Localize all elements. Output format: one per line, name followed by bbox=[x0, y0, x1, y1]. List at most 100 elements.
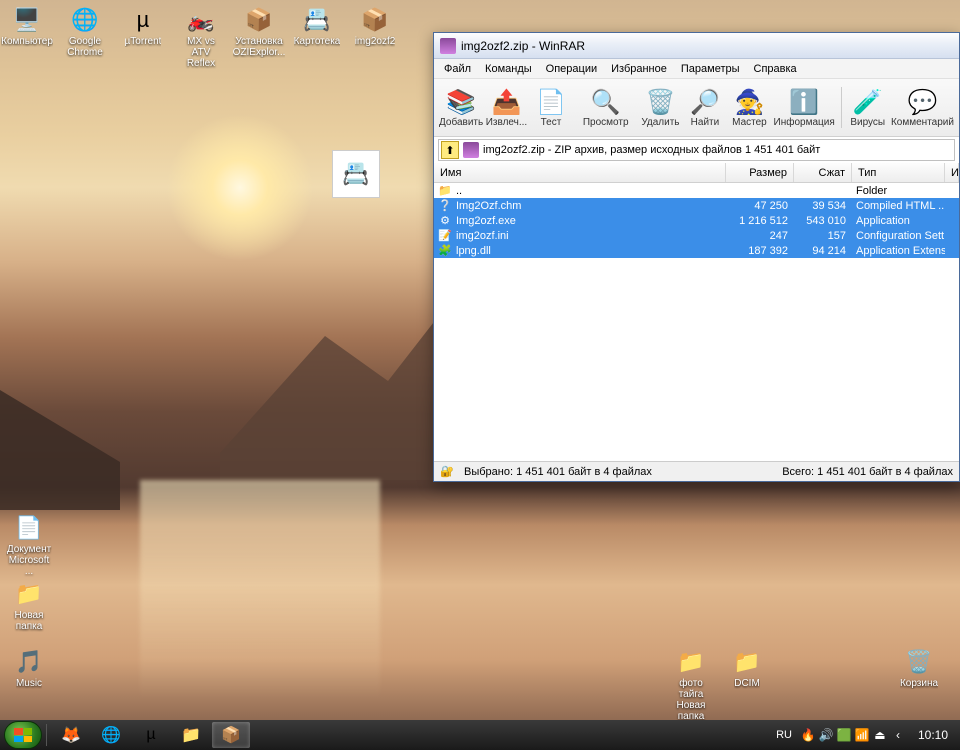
Извлеч...-icon: 📤 bbox=[492, 87, 522, 117]
toolbar-label: Добавить bbox=[439, 117, 483, 128]
address-bar[interactable]: ⬆ img2ozf2.zip - ZIP архив, размер исход… bbox=[438, 139, 955, 161]
toolbar-button-Комментарий[interactable]: 💬 Комментарий bbox=[890, 81, 955, 134]
desktop-icon[interactable]: 📦 Установка OZIExplor... bbox=[234, 2, 284, 71]
tray-chevron-icon[interactable]: ‹ bbox=[890, 727, 906, 743]
Тест-icon: 📄 bbox=[536, 87, 566, 117]
desktop-icon[interactable]: 📁 DCIM bbox=[722, 644, 772, 691]
icon-label: MX vs ATV Reflex bbox=[178, 36, 224, 69]
icon-label: Корзина bbox=[900, 678, 938, 689]
tray-manager-icon[interactable]: 🟩 bbox=[836, 727, 852, 743]
up-folder-icon[interactable]: ⬆ bbox=[441, 141, 459, 159]
desktop-icon[interactable]: 🎵 Music bbox=[4, 644, 54, 691]
col-modified[interactable]: И bbox=[945, 163, 959, 182]
toolbar-label: Комментарий bbox=[891, 117, 954, 128]
taskbar-app-utorrent[interactable]: µ bbox=[132, 722, 170, 748]
file-row[interactable]: 🧩 lpng.dll 187 392 94 214 Application Ex… bbox=[434, 243, 959, 258]
menu-item[interactable]: Избранное bbox=[611, 63, 667, 75]
desktop-icon[interactable]: 📁 фото тайга Новая папка bbox=[666, 644, 716, 724]
menu-item[interactable]: Файл bbox=[444, 63, 471, 75]
language-indicator[interactable]: RU bbox=[772, 727, 796, 743]
icon-label: Music bbox=[16, 678, 42, 689]
Просмотр-icon: 🔍 bbox=[591, 87, 621, 117]
toolbar-button-Информация[interactable]: ℹ️ Информация bbox=[772, 81, 837, 134]
app-icon: 📇 bbox=[301, 4, 333, 36]
desktop-icon[interactable]: 📄 Документ Microsoft ... bbox=[4, 510, 54, 579]
system-tray: RU 🔥🔊🟩📶⏏‹ 10:10 bbox=[772, 727, 956, 743]
desktop-icon[interactable]: µ µTorrent bbox=[118, 2, 168, 71]
desktop-icon[interactable]: 📦 img2ozf2 bbox=[350, 2, 400, 71]
toolbar-label: Мастер bbox=[732, 117, 767, 128]
clock[interactable]: 10:10 bbox=[910, 728, 956, 742]
status-selected: Выбрано: 1 451 401 байт в 4 файлах bbox=[464, 466, 652, 478]
file-size: 1 216 512 bbox=[726, 215, 794, 227]
app-icon: 🏍️ bbox=[185, 4, 217, 36]
taskbar-separator bbox=[46, 724, 47, 746]
file-row[interactable]: 📝 img2ozf.ini 247 157 Configuration Sett… bbox=[434, 228, 959, 243]
menu-item[interactable]: Справка bbox=[754, 63, 797, 75]
start-button[interactable] bbox=[4, 721, 42, 749]
desktop-icon[interactable]: 📁 Новая папка bbox=[4, 576, 54, 634]
toolbar-button-Просмотр[interactable]: 🔍 Просмотр bbox=[573, 81, 638, 134]
tray-flag-icon[interactable]: 🔥 bbox=[800, 727, 816, 743]
windows-logo-icon bbox=[14, 728, 32, 742]
app-icon: 📄 bbox=[13, 512, 45, 544]
file-packed: 543 010 bbox=[794, 215, 852, 227]
app-icon: 🖥️ bbox=[11, 4, 43, 36]
col-type[interactable]: Тип bbox=[852, 163, 945, 182]
file-row[interactable]: 📁 .. Folder bbox=[434, 183, 959, 198]
app-icon: 📁 bbox=[675, 646, 707, 678]
desktop-icon[interactable]: 🌐 Google Chrome bbox=[60, 2, 110, 71]
col-packed[interactable]: Сжат bbox=[794, 163, 852, 182]
file-row[interactable]: ❔ Img2Ozf.chm 47 250 39 534 Compiled HTM… bbox=[434, 198, 959, 213]
utorrent-icon: µ bbox=[146, 726, 155, 744]
file-type-icon: ⚙ bbox=[437, 214, 453, 228]
file-packed: 94 214 bbox=[794, 245, 852, 257]
toolbar-button-Мастер[interactable]: 🧙 Мастер bbox=[727, 81, 772, 134]
col-size[interactable]: Размер bbox=[726, 163, 794, 182]
toolbar-button-Вирусы[interactable]: 🧪 Вирусы bbox=[845, 81, 890, 134]
app-icon: 📦 bbox=[243, 4, 275, 36]
icon-label: Компьютер bbox=[1, 36, 53, 47]
file-row[interactable]: ⚙ Img2ozf.exe 1 216 512 543 010 Applicat… bbox=[434, 213, 959, 228]
desktop-icon[interactable]: 🖥️ Компьютер bbox=[2, 2, 52, 71]
toolbar-label: Информация bbox=[774, 117, 835, 128]
file-list[interactable]: 📁 .. Folder ❔ Img2Ozf.chm 47 250 39 534 … bbox=[434, 183, 959, 461]
titlebar[interactable]: img2ozf2.zip - WinRAR bbox=[434, 33, 959, 59]
menu-item[interactable]: Команды bbox=[485, 63, 532, 75]
file-type: Folder bbox=[852, 185, 945, 197]
desktop-icon[interactable]: 📇 Картотека bbox=[292, 2, 342, 71]
file-packed: 157 bbox=[794, 230, 852, 242]
icon-label: фото тайга Новая папка bbox=[668, 678, 714, 722]
tray-media-icon[interactable]: 🔊 bbox=[818, 727, 834, 743]
icon-label: Картотека bbox=[294, 36, 341, 47]
toolbar-button-Извлеч...[interactable]: 📤 Извлеч... bbox=[484, 81, 529, 134]
taskbar-app-firefox[interactable]: 🦊 bbox=[52, 722, 90, 748]
app-icon: 🗑️ bbox=[903, 646, 935, 678]
tray-network-icon[interactable]: 📶 bbox=[854, 727, 870, 743]
winrar-window: img2ozf2.zip - WinRAR Файл Команды Операци… bbox=[433, 32, 960, 482]
tray-eject-icon[interactable]: ⏏ bbox=[872, 727, 888, 743]
taskbar-app-explorer[interactable]: 📁 bbox=[172, 722, 210, 748]
menu-item[interactable]: Операции bbox=[546, 63, 597, 75]
app-icon: 🌐 bbox=[69, 4, 101, 36]
toolbar-button-Удалить[interactable]: 🗑️ Удалить bbox=[638, 81, 683, 134]
Вирусы-icon: 🧪 bbox=[853, 87, 883, 117]
taskbar-app-winrar[interactable]: 📦 bbox=[212, 722, 250, 748]
file-list-header[interactable]: Имя Размер Сжат Тип И bbox=[434, 163, 959, 183]
toolbar-button-Тест[interactable]: 📄 Тест bbox=[529, 81, 574, 134]
col-name[interactable]: Имя bbox=[434, 163, 726, 182]
file-type-icon: 📁 bbox=[437, 184, 453, 198]
desktop-icon[interactable]: 🗑️ Корзина bbox=[894, 644, 944, 691]
icon-label: DCIM bbox=[734, 678, 760, 689]
status-bar: 🔐Выбрано: 1 451 401 байт в 4 файлах Всег… bbox=[434, 461, 959, 481]
file-size: 187 392 bbox=[726, 245, 794, 257]
file-type-icon: 🧩 bbox=[437, 244, 453, 258]
desktop-icon[interactable]: 🏍️ MX vs ATV Reflex bbox=[176, 2, 226, 71]
archive-icon bbox=[463, 142, 479, 158]
taskbar-app-chrome[interactable]: 🌐 bbox=[92, 722, 130, 748]
menu-item[interactable]: Параметры bbox=[681, 63, 740, 75]
toolbar-button-Добавить[interactable]: 📚 Добавить bbox=[438, 81, 484, 134]
desktop-loose-icon[interactable]: 📇 bbox=[332, 150, 380, 198]
toolbar-label: Вирусы bbox=[850, 117, 885, 128]
toolbar-button-Найти[interactable]: 🔎 Найти bbox=[683, 81, 728, 134]
